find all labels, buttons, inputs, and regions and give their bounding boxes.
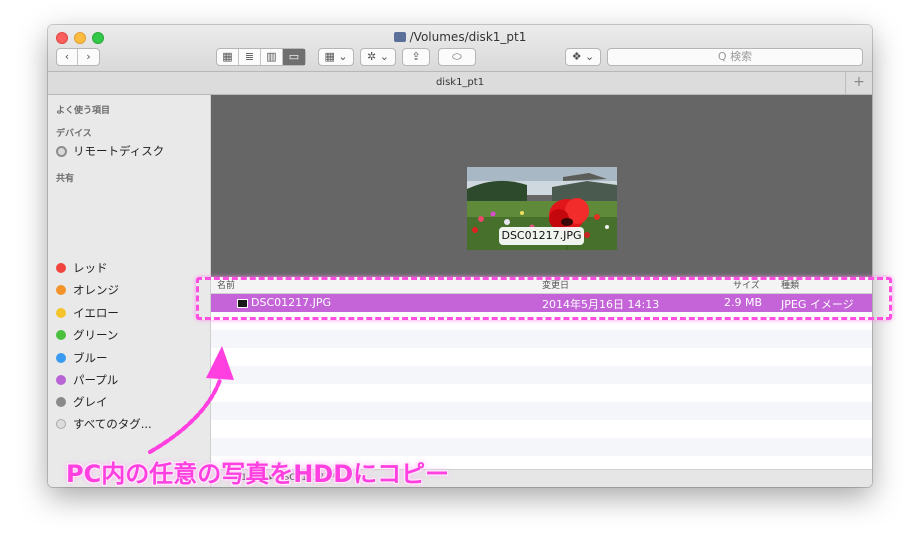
sidebar-tag-blue[interactable]: ブルー (56, 350, 108, 366)
sidebar-tag-green[interactable]: グリーン (56, 327, 118, 343)
dropbox-button[interactable]: ❖ ⌄ (565, 48, 601, 66)
all-tags-icon (56, 419, 66, 429)
tags-button[interactable]: ⬭ (438, 48, 476, 66)
action-gear-button[interactable]: ✲ ⌄ (360, 48, 396, 66)
sidebar-tag-gray[interactable]: グレイ (56, 394, 108, 410)
new-tab-button[interactable]: + (845, 72, 872, 94)
sidebar-tag-red[interactable]: レッド (56, 260, 108, 276)
arrange-button[interactable]: ▦ ⌄ (318, 48, 354, 66)
yellow-tag-icon (56, 308, 66, 318)
highlight-annotation-box (196, 277, 892, 320)
orange-tag-icon (56, 285, 66, 295)
sidebar-all-tags[interactable]: すべてのタグ... (56, 416, 152, 432)
empty-row (211, 366, 872, 384)
forward-button[interactable]: › (78, 49, 99, 65)
column-view-button[interactable]: ▥ (261, 49, 283, 65)
icon-view-button[interactable]: ▦ (217, 49, 239, 65)
window-title: /Volumes/disk1_pt1 (48, 30, 872, 44)
back-forward-control[interactable]: ‹ › (56, 48, 100, 66)
title-bar[interactable]: /Volumes/disk1_pt1 ‹ › ▦ ≣ ▥ ▭ ▦ ⌄ ✲ ⌄ ⇪ ⬭ ❖… (48, 25, 872, 72)
devices-header: デバイス (56, 129, 92, 139)
view-mode-control[interactable]: ▦ ≣ ▥ ▭ (216, 48, 306, 66)
red-tag-icon (56, 263, 66, 273)
tab-bar: disk1_pt1 + (48, 72, 872, 95)
remote-disc-icon (56, 146, 67, 157)
green-tag-icon (56, 330, 66, 340)
empty-row (211, 402, 872, 420)
favorites-header: よく使う項目 (56, 106, 111, 116)
cover-flow-view-button[interactable]: ▭ (283, 49, 305, 65)
search-input[interactable]: Q 検索 (607, 48, 863, 66)
shared-header: 共有 (56, 174, 75, 184)
list-view-button[interactable]: ≣ (239, 49, 261, 65)
blue-tag-icon (56, 353, 66, 363)
sidebar-tag-yellow[interactable]: イエロー (56, 305, 119, 321)
sidebar: よく使う項目 デバイス リモートディスク 共有 レッド オレンジ イエロー グリ… (48, 95, 211, 487)
purple-tag-icon (56, 375, 66, 385)
empty-row (211, 330, 872, 348)
sidebar-tag-purple[interactable]: パープル (56, 372, 118, 388)
gray-tag-icon (56, 397, 66, 407)
tab-disk1-pt1[interactable]: disk1_pt1 (436, 77, 484, 88)
finder-window: /Volumes/disk1_pt1 ‹ › ▦ ≣ ▥ ▭ ▦ ⌄ ✲ ⌄ ⇪ ⬭ ❖… (48, 25, 872, 487)
back-button[interactable]: ‹ (57, 49, 78, 65)
sidebar-item-remote-disc[interactable]: リモートディスク (56, 143, 164, 159)
sidebar-tag-orange[interactable]: オレンジ (56, 282, 119, 298)
preview-filename-label: DSC01217.JPG (499, 227, 584, 245)
annotation-caption: PC内の任意の写真をHDDにコピー (66, 460, 450, 488)
cover-flow-preview: DSC01217.JPG (211, 95, 872, 277)
disk-icon (393, 32, 406, 42)
share-button[interactable]: ⇪ (402, 48, 430, 66)
